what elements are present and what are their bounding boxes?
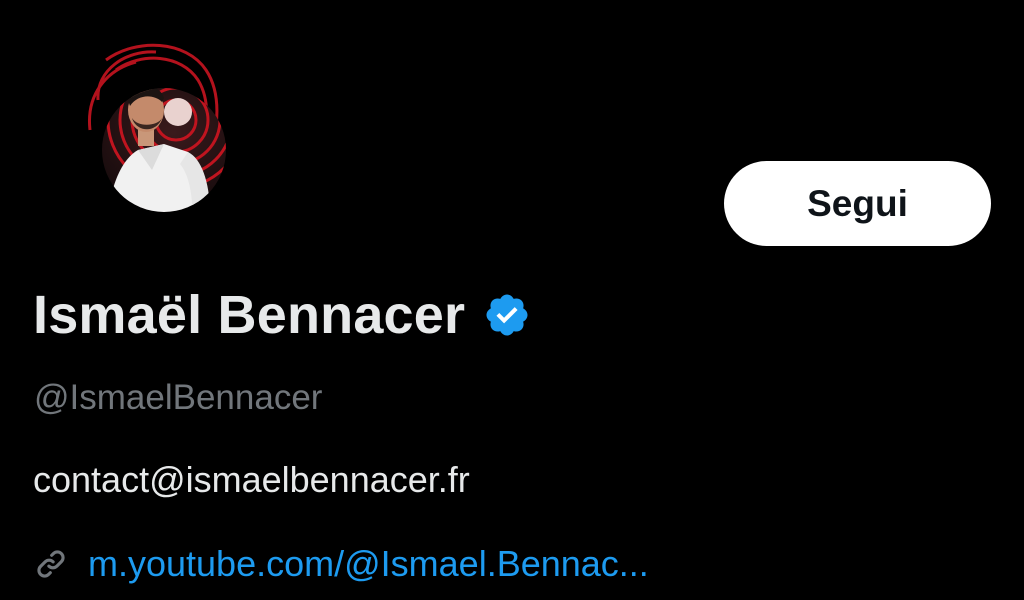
avatar-image — [88, 43, 226, 212]
follow-button[interactable]: Segui — [724, 161, 991, 246]
profile-header: Segui Ismaël Bennacer @IsmaelBennacer co… — [0, 0, 1024, 600]
profile-website-link[interactable]: m.youtube.com/@Ismael.Bennac... — [88, 543, 649, 585]
profile-avatar[interactable] — [76, 40, 252, 230]
profile-handle: @IsmaelBennacer — [34, 378, 323, 417]
name-row: Ismaël Bennacer — [33, 280, 531, 350]
verified-badge-icon[interactable] — [483, 291, 531, 339]
link-icon — [37, 550, 65, 578]
profile-link-row: m.youtube.com/@Ismael.Bennac... — [34, 543, 649, 585]
profile-bio: contact@ismaelbennacer.fr — [33, 459, 470, 500]
display-name: Ismaël Bennacer — [33, 285, 466, 345]
